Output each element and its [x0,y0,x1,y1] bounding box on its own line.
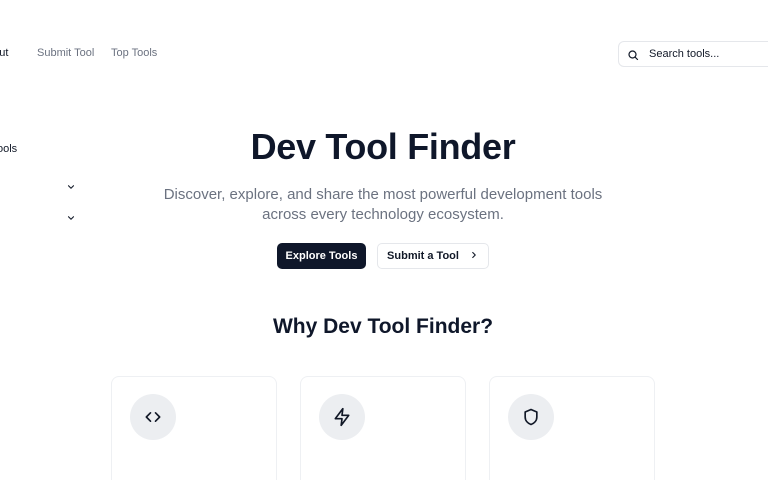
chevron-down-icon[interactable] [66,210,76,220]
feature-card [489,376,655,480]
hero-subtitle: Discover, explore, and share the most po… [163,186,603,223]
page: bout Submit Tool Top Tools ools Dev Tool… [0,0,768,480]
nav-link-submit-tool[interactable]: Submit Tool [37,47,94,59]
zap-icon [319,394,365,440]
search-icon [627,48,639,61]
code-icon [130,394,176,440]
submit-a-tool-button[interactable]: Submit a Tool [377,243,489,269]
chevron-right-icon [469,250,479,263]
features-title: Why Dev Tool Finder? [272,315,494,338]
search-box[interactable] [618,41,768,67]
feature-card [300,376,466,480]
shield-icon [508,394,554,440]
submit-a-tool-label: Submit a Tool [387,250,459,262]
search-input[interactable] [649,45,768,63]
nav-link-about[interactable]: bout [0,47,8,59]
explore-tools-button[interactable]: Explore Tools [277,243,366,269]
hero-title: Dev Tool Finder [250,126,516,167]
feature-card [111,376,277,480]
nav-link-top-tools[interactable]: Top Tools [111,47,157,59]
chevron-down-icon[interactable] [66,179,76,189]
explore-tools-label: Explore Tools [285,250,358,262]
